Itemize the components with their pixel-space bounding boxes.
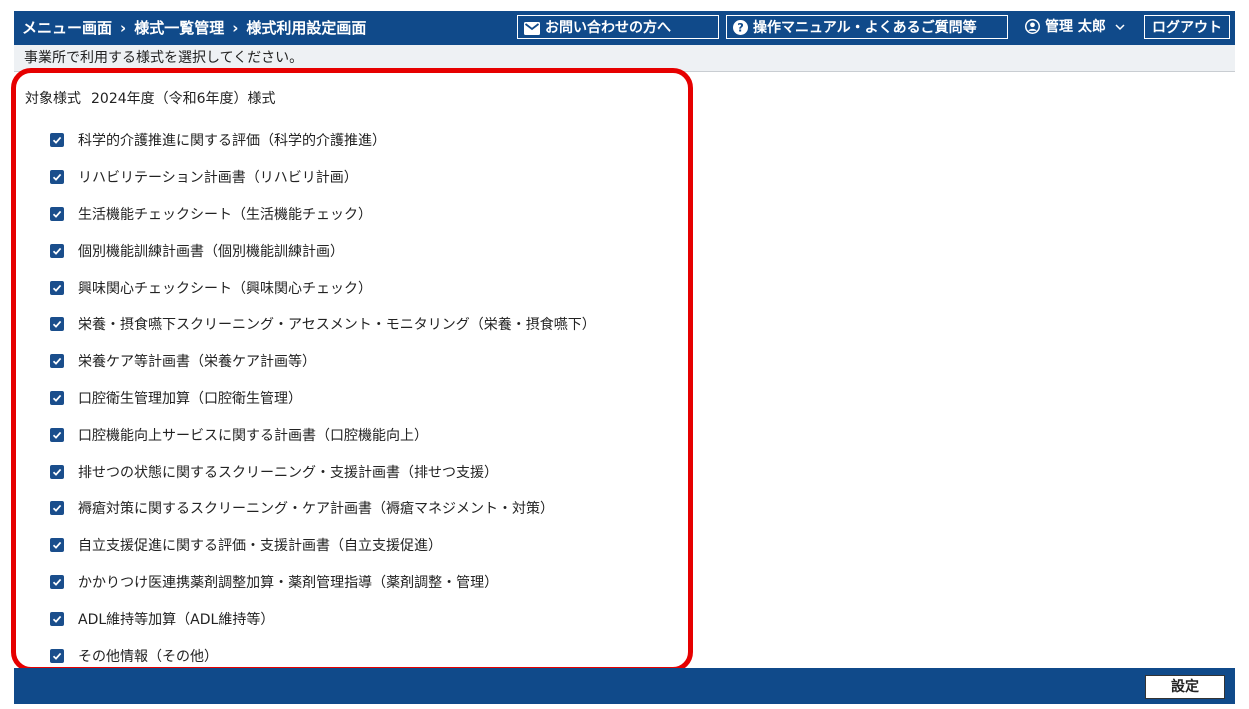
user-menu[interactable]: 管理 太郎 xyxy=(1025,15,1125,39)
checkbox-checked-icon[interactable] xyxy=(50,611,64,626)
form-item-label: 興味関心チェックシート（興味関心チェック） xyxy=(78,280,372,297)
form-item-label: リハビリテーション計画書（リハビリ計画） xyxy=(78,170,358,187)
form-item-seikatsu-kinou[interactable]: 生活機能チェックシート（生活機能チェック） xyxy=(50,196,680,233)
checkbox-checked-icon[interactable] xyxy=(50,538,64,553)
instruction-text: 事業所で利用する様式を選択してください。 xyxy=(14,45,1235,72)
form-checkbox-list: 科学的介護推進に関する評価（科学的介護推進） リハビリテーション計画書（リハビリ… xyxy=(50,122,680,674)
user-circle-icon xyxy=(1025,19,1040,34)
checkbox-checked-icon[interactable] xyxy=(50,206,64,221)
form-item-kyoumi-kanshin[interactable]: 興味関心チェックシート（興味関心チェック） xyxy=(50,269,680,306)
header-bar: メニュー画面 › 様式一覧管理 › 様式利用設定画面 お問い合わせの方へ ? 操作マニュア… xyxy=(14,11,1235,45)
form-item-label: 口腔衛生管理加算（口腔衛生管理） xyxy=(78,390,302,407)
form-item-yakuzai[interactable]: かかりつけ医連携薬剤調整加算・薬剤管理指導（薬剤調整・管理） xyxy=(50,564,680,601)
form-item-rehabilitation[interactable]: リハビリテーション計画書（リハビリ計画） xyxy=(50,159,680,196)
checkbox-checked-icon[interactable] xyxy=(50,464,64,479)
breadcrumb-separator: › xyxy=(232,19,239,37)
checkbox-checked-icon[interactable] xyxy=(50,427,64,442)
breadcrumb-item-form-list[interactable]: 様式一覧管理 xyxy=(134,19,224,37)
checkbox-checked-icon[interactable] xyxy=(50,133,64,148)
contact-label: お問い合わせの方へ xyxy=(545,20,671,36)
chevron-down-icon xyxy=(1115,24,1125,31)
form-item-label: 口腔機能向上サービスに関する計画書（口腔機能向上） xyxy=(78,427,428,444)
form-item-kobetsu-kinou[interactable]: 個別機能訓練計画書（個別機能訓練計画） xyxy=(50,232,680,269)
logout-button[interactable]: ログアウト xyxy=(1144,15,1230,39)
form-item-label: その他情報（その他） xyxy=(78,648,218,665)
form-item-label: ADL維持等加算（ADL維持等） xyxy=(78,611,275,628)
contact-button[interactable]: お問い合わせの方へ xyxy=(517,15,719,39)
form-item-label: 褥瘡対策に関するスクリーニング・ケア計画書（褥瘡マネジメント・対策） xyxy=(78,501,554,518)
form-item-label: 自立支援促進に関する評価・支援計画書（自立支援促進） xyxy=(78,538,442,555)
checkbox-checked-icon[interactable] xyxy=(50,501,64,516)
checkbox-checked-icon[interactable] xyxy=(50,354,64,369)
footer-bar xyxy=(14,668,1235,704)
checkbox-checked-icon[interactable] xyxy=(50,280,64,295)
form-item-adl[interactable]: ADL維持等加算（ADL維持等） xyxy=(50,600,680,637)
form-item-jokusou[interactable]: 褥瘡対策に関するスクリーニング・ケア計画書（褥瘡マネジメント・対策） xyxy=(50,490,680,527)
form-item-koukuu-eisei[interactable]: 口腔衛生管理加算（口腔衛生管理） xyxy=(50,380,680,417)
form-item-haisetsu[interactable]: 排せつの状態に関するスクリーニング・支援計画書（排せつ支援） xyxy=(50,453,680,490)
user-name: 管理 太郎 xyxy=(1045,19,1106,35)
target-label: 対象様式 xyxy=(25,91,81,107)
target-forms-label: 対象様式 2024年度（令和6年度）様式 xyxy=(25,88,276,108)
checkbox-checked-icon[interactable] xyxy=(50,574,64,589)
form-item-label: 科学的介護推進に関する評価（科学的介護推進） xyxy=(78,133,386,150)
manual-faq-button[interactable]: ? 操作マニュアル・よくあるご質問等 xyxy=(726,15,1008,39)
set-button[interactable]: 設定 xyxy=(1145,675,1225,699)
manual-label: 操作マニュアル・よくあるご質問等 xyxy=(753,20,977,36)
form-item-label: 個別機能訓練計画書（個別機能訓練計画） xyxy=(78,243,344,260)
question-circle-icon: ? xyxy=(733,20,748,35)
checkbox-checked-icon[interactable] xyxy=(50,390,64,405)
form-item-eiyou-sesshoku[interactable]: 栄養・摂食嚥下スクリーニング・アセスメント・モニタリング（栄養・摂食嚥下） xyxy=(50,306,680,343)
breadcrumb-separator: › xyxy=(120,19,127,37)
form-item-jiritsu-shien[interactable]: 自立支援促進に関する評価・支援計画書（自立支援促進） xyxy=(50,527,680,564)
form-item-koukuu-kinou[interactable]: 口腔機能向上サービスに関する計画書（口腔機能向上） xyxy=(50,416,680,453)
form-item-eiyou-care[interactable]: 栄養ケア等計画書（栄養ケア計画等） xyxy=(50,343,680,380)
form-item-label: 栄養ケア等計画書（栄養ケア計画等） xyxy=(78,354,316,371)
form-item-label: 排せつの状態に関するスクリーニング・支援計画書（排せつ支援） xyxy=(78,464,498,481)
form-item-label: 生活機能チェックシート（生活機能チェック） xyxy=(78,206,372,223)
form-item-kagakuteki-kaigo[interactable]: 科学的介護推進に関する評価（科学的介護推進） xyxy=(50,122,680,159)
target-year: 2024年度（令和6年度）様式 xyxy=(91,91,276,107)
breadcrumb-item-current: 様式利用設定画面 xyxy=(246,19,367,37)
checkbox-checked-icon[interactable] xyxy=(50,243,64,258)
mail-icon xyxy=(524,22,540,35)
checkbox-checked-icon[interactable] xyxy=(50,648,64,663)
checkbox-checked-icon[interactable] xyxy=(50,170,64,185)
form-item-label: かかりつけ医連携薬剤調整加算・薬剤管理指導（薬剤調整・管理） xyxy=(78,574,499,591)
svg-text:?: ? xyxy=(737,22,744,35)
breadcrumb-item-menu[interactable]: メニュー画面 xyxy=(22,19,112,37)
checkbox-checked-icon[interactable] xyxy=(50,317,64,332)
breadcrumb: メニュー画面 › 様式一覧管理 › 様式利用設定画面 xyxy=(22,11,366,45)
form-item-label: 栄養・摂食嚥下スクリーニング・アセスメント・モニタリング（栄養・摂食嚥下） xyxy=(78,317,596,334)
